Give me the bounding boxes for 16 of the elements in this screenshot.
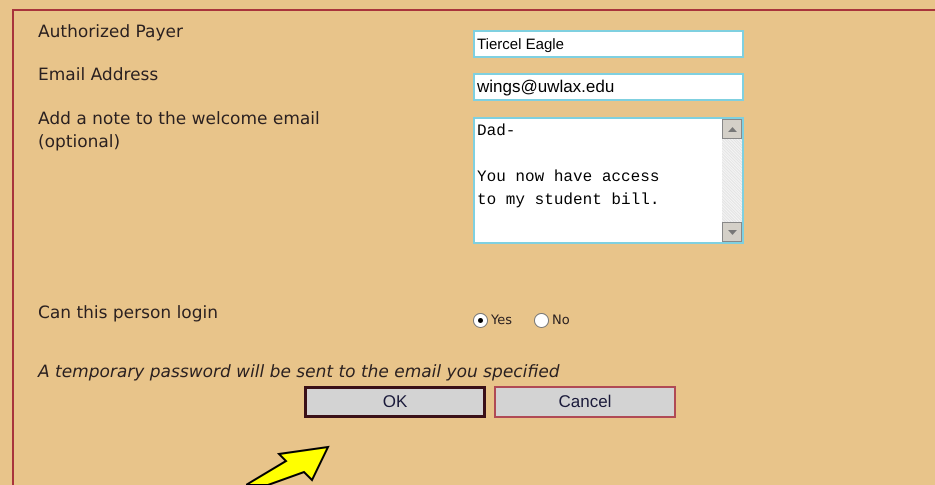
cancel-button[interactable]: Cancel	[494, 386, 676, 418]
radio-option[interactable]: Yes	[473, 311, 512, 330]
scroll-up-icon[interactable]	[722, 119, 742, 139]
field-label: Authorized Payer	[38, 21, 184, 44]
ok-button[interactable]: OK	[304, 386, 486, 418]
notice-text: A temporary password will be sent to the email you specified	[38, 360, 561, 384]
email-field[interactable]: wings@uwlax.edu	[473, 73, 744, 101]
radio-option[interactable]: No	[534, 311, 570, 330]
radio-icon[interactable]	[473, 313, 488, 328]
field-label: Email Address	[38, 64, 160, 87]
radio-icon[interactable]	[534, 313, 549, 328]
scroll-down-icon[interactable]	[722, 222, 742, 242]
name-field[interactable]: Tiercel Eagle	[473, 30, 744, 58]
field-label: Can this person login	[38, 302, 219, 325]
field-label: Add a note to the welcome email (optional)	[38, 108, 321, 154]
scrollbar[interactable]	[722, 119, 742, 242]
